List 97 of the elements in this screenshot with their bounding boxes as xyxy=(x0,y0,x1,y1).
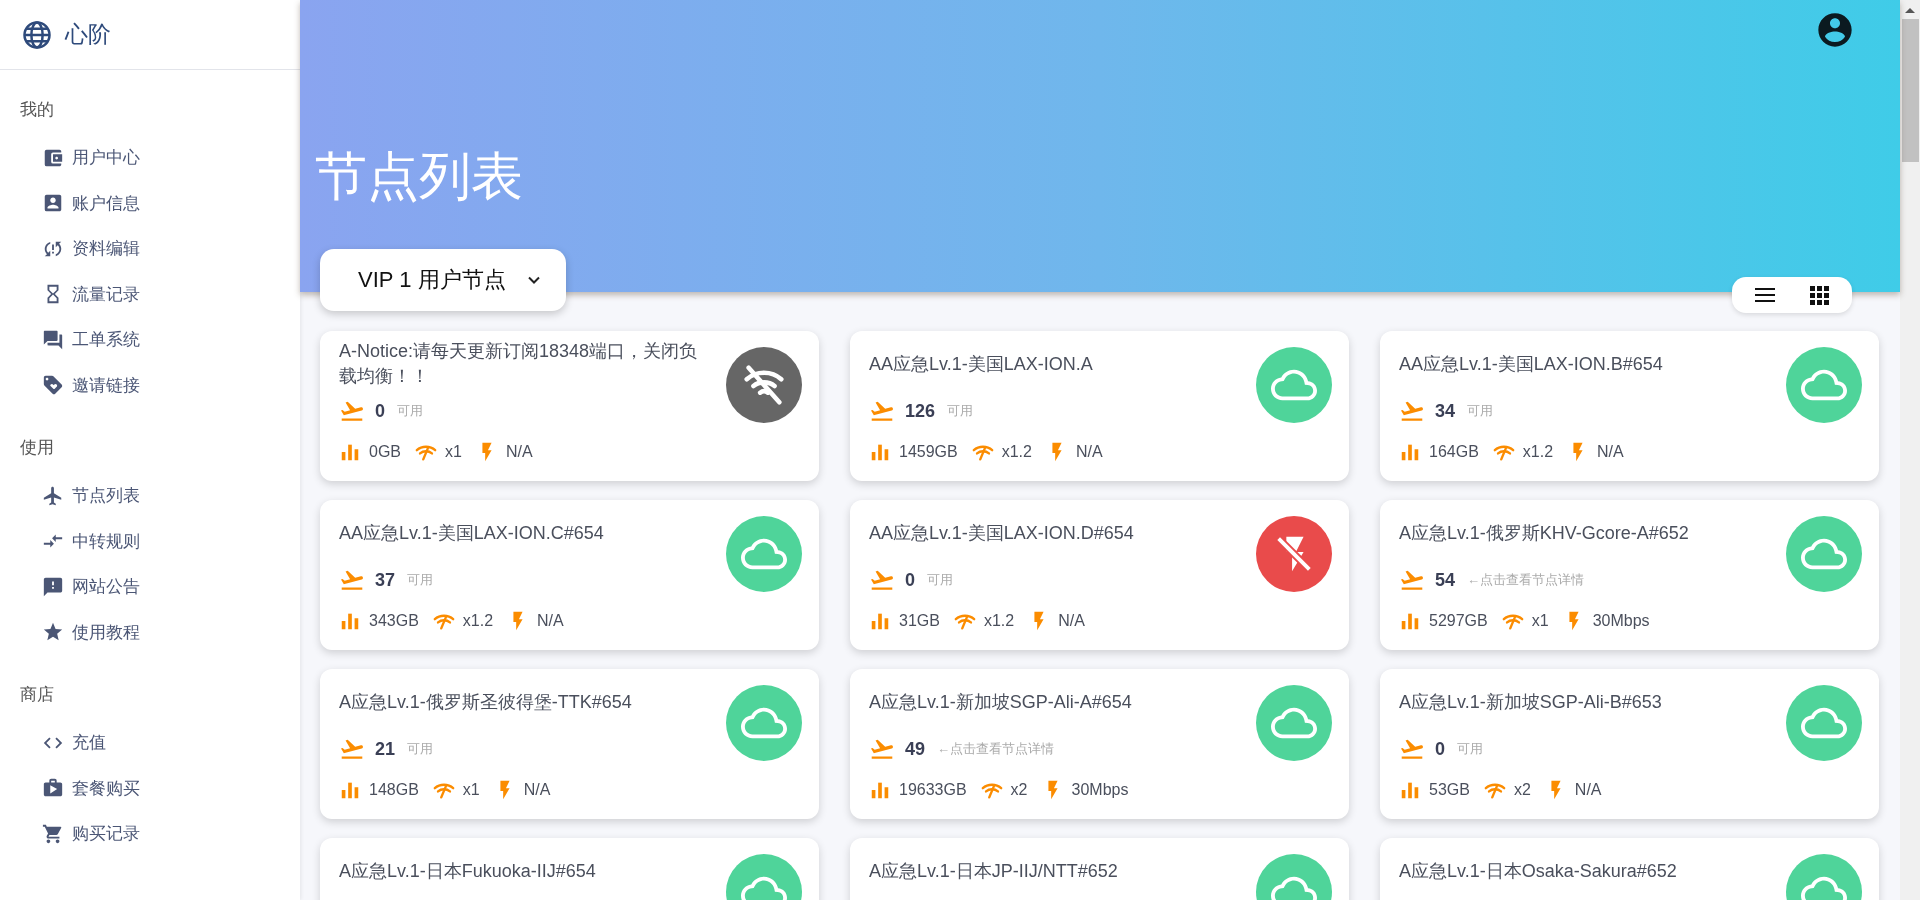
rate-multiplier: x2 xyxy=(1513,781,1531,799)
sidebar-item[interactable]: 网站公告 xyxy=(0,564,300,610)
online-count: 54 xyxy=(1435,569,1456,591)
node-card[interactable]: A应急Lv.1-新加坡SGP-Ali-B#653 0 可用 53GB x2 N/A xyxy=(1380,669,1879,819)
node-card[interactable]: A应急Lv.1-日本Osaka-Sakura#652 xyxy=(1380,838,1879,900)
rate-multiplier: x1 xyxy=(462,781,480,799)
sidebar-item[interactable]: 购买记录 xyxy=(0,811,300,857)
node-card[interactable]: AA应急Lv.1-美国LAX-ION.C#654 37 可用 343GB x1.2 N/A xyxy=(320,500,819,650)
node-card[interactable]: A应急Lv.1-俄罗斯圣彼得堡-TTK#654 21 可用 148GB x1 N/A xyxy=(320,669,819,819)
account-icon[interactable] xyxy=(1815,10,1855,50)
sidebar-section-title: 使用 xyxy=(19,437,55,459)
speed-limit: N/A xyxy=(1058,612,1085,630)
chat-bubbles-icon xyxy=(42,328,64,351)
sidebar-item[interactable]: 使用教程 xyxy=(0,609,300,655)
cart-icon xyxy=(42,822,64,845)
online-count: 37 xyxy=(375,569,396,591)
sidebar-section-title: 我的 xyxy=(19,99,55,121)
node-group-dropdown[interactable]: VIP 1 用户节点 xyxy=(320,249,566,311)
scrollbar[interactable] xyxy=(1900,0,1920,900)
online-count: 21 xyxy=(375,738,396,760)
traffic-value: 31GB xyxy=(899,612,940,630)
traffic-value: 343GB xyxy=(369,612,419,630)
speed-limit: N/A xyxy=(537,612,564,630)
node-name: AA应急Lv.1-美国LAX-ION.B#654 xyxy=(1399,352,1663,376)
speed-limit: 30Mbps xyxy=(1071,781,1129,799)
globe-icon xyxy=(22,19,52,50)
node-hint: 可用 xyxy=(407,740,434,758)
node-name: A应急Lv.1-新加坡SGP-Ali-A#654 xyxy=(869,690,1132,714)
node-hint: 可用 xyxy=(407,571,434,589)
sidebar-item[interactable]: 工单系统 xyxy=(0,317,300,363)
node-card[interactable]: A应急Lv.1-新加坡SGP-Ali-A#654 49 ←点击查看节点详情 19633GB x2 30Mbps xyxy=(850,669,1349,819)
traffic-value: 19633GB xyxy=(899,781,967,799)
wifi-off-icon xyxy=(741,362,787,408)
node-name: A应急Lv.1-日本JP-IIJ/NTT#652 xyxy=(869,859,1118,883)
traffic-value: 164GB xyxy=(1429,443,1479,461)
brand-name[interactable]: 心阶 xyxy=(65,19,111,50)
sidebar-item[interactable]: 套餐购买 xyxy=(0,765,300,811)
rate-multiplier: x1.2 xyxy=(983,612,1015,630)
traffic-value: 5297GB xyxy=(1429,612,1488,630)
node-card[interactable]: AA应急Lv.1-美国LAX-ION.A 126 可用 1459GB x1.2 N/A xyxy=(850,331,1349,481)
tag-icon xyxy=(42,374,64,397)
sidebar-item[interactable]: 用户中心 xyxy=(0,135,300,181)
online-count: 49 xyxy=(905,738,926,760)
rate-multiplier: x1 xyxy=(1531,612,1549,630)
node-hint: 可用 xyxy=(927,571,953,589)
speed-limit: N/A xyxy=(523,781,551,799)
speed-limit: N/A xyxy=(1597,443,1624,461)
traffic-value: 53GB xyxy=(1429,781,1470,799)
node-name: A应急Lv.1-日本Fukuoka-IIJ#654 xyxy=(339,859,596,883)
rate-multiplier: x1.2 xyxy=(462,612,494,630)
speed-limit: N/A xyxy=(1574,781,1602,799)
node-card[interactable]: AA应急Lv.1-美国LAX-ION.D#654 0 可用 31GB x1.2 N/A xyxy=(850,500,1349,650)
airplane-icon xyxy=(42,484,64,507)
sidebar-item[interactable]: 邀请链接 xyxy=(0,362,300,408)
rate-multiplier: x1.2 xyxy=(1001,443,1032,461)
sidebar-item[interactable]: 账户信息 xyxy=(0,180,300,226)
rate-multiplier: x1 xyxy=(445,443,462,461)
rate-multiplier: x1.2 xyxy=(1522,443,1554,461)
node-card[interactable]: A应急Lv.1-俄罗斯KHV-Gcore-A#652 54 ←点击查看节点详情 5297GB x1 30Mbps xyxy=(1380,500,1879,650)
alert-bubble-icon xyxy=(42,575,64,598)
node-hint: ←点击查看节点详情 xyxy=(937,740,1055,758)
sidebar-item[interactable]: 资料编辑 xyxy=(0,226,300,272)
node-name: AA应急Lv.1-美国LAX-ION.C#654 xyxy=(339,521,604,545)
node-name: A应急Lv.1-俄罗斯KHV-Gcore-A#652 xyxy=(1399,521,1689,545)
online-count: 34 xyxy=(1435,400,1456,422)
sidebar-item[interactable]: 流量记录 xyxy=(0,271,300,317)
page-title: 节点列表 xyxy=(315,150,523,202)
node-card[interactable]: A应急Lv.1-日本Fukuoka-IIJ#654 xyxy=(320,838,819,900)
node-name: A应急Lv.1-俄罗斯圣彼得堡-TTK#654 xyxy=(339,690,632,714)
speed-limit: N/A xyxy=(1075,443,1103,461)
node-hint: 可用 xyxy=(947,402,974,420)
rate-multiplier: x2 xyxy=(1010,781,1028,799)
node-name: A应急Lv.1-日本Osaka-Sakura#652 xyxy=(1399,859,1677,883)
speed-limit: 30Mbps xyxy=(1592,612,1650,630)
node-hint: ←点击查看节点详情 xyxy=(1467,571,1585,589)
online-count: 0 xyxy=(375,400,385,422)
online-count: 0 xyxy=(1435,738,1445,760)
sidebar-section-title: 商店 xyxy=(19,684,55,706)
node-card[interactable]: A应急Lv.1-日本JP-IIJ/NTT#652 xyxy=(850,838,1349,900)
traffic-value: 148GB xyxy=(369,781,419,799)
traffic-value: 1459GB xyxy=(899,443,958,461)
node-name: AA应急Lv.1-美国LAX-ION.D#654 xyxy=(869,521,1134,545)
node-hint: 可用 xyxy=(1457,740,1483,758)
node-name: A-Notice:请每天更新订阅18348端口，关闭负载均衡！！ xyxy=(339,340,699,388)
node-hint: 可用 xyxy=(397,402,423,420)
traffic-value: 0GB xyxy=(369,443,401,461)
sidebar-item[interactable]: 中转规则 xyxy=(0,518,300,564)
sidebar-item[interactable]: 节点列表 xyxy=(0,473,300,519)
node-hint: 可用 xyxy=(1467,402,1494,420)
node-card[interactable]: A-Notice:请每天更新订阅18348端口，关闭负载均衡！！ 0 可用 0GB x1 N/A xyxy=(320,331,819,481)
online-count: 126 xyxy=(905,400,936,422)
node-card[interactable]: AA应急Lv.1-美国LAX-ION.B#654 34 可用 164GB x1.2 N/A xyxy=(1380,331,1879,481)
node-name: AA应急Lv.1-美国LAX-ION.A xyxy=(869,352,1093,376)
sidebar-item[interactable]: 充值 xyxy=(0,720,300,766)
speed-limit: N/A xyxy=(505,443,533,461)
online-count: 0 xyxy=(905,569,915,591)
node-name: A应急Lv.1-新加坡SGP-Ali-B#653 xyxy=(1399,690,1662,714)
